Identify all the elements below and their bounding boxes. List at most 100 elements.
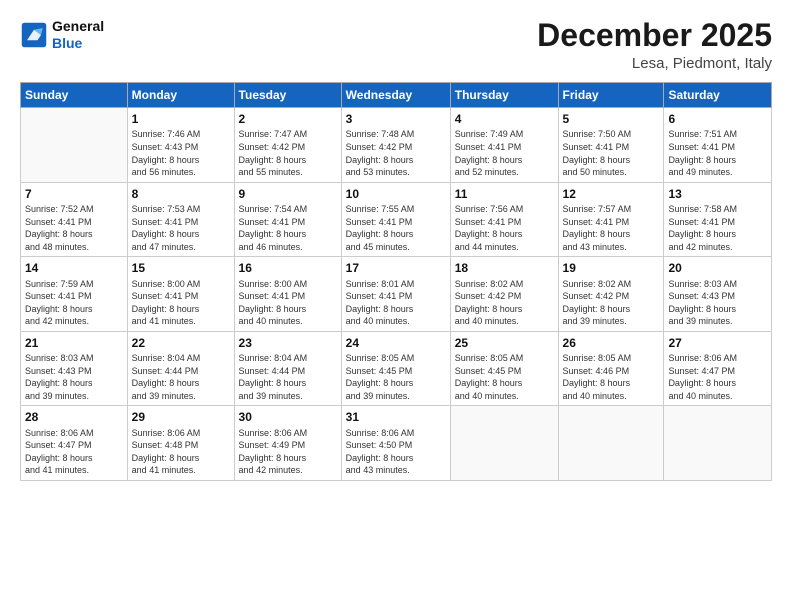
calendar-cell: 13Sunrise: 7:58 AMSunset: 4:41 PMDayligh… bbox=[664, 182, 772, 257]
day-info: Sunrise: 8:05 AMSunset: 4:45 PMDaylight:… bbox=[455, 352, 554, 402]
day-number: 3 bbox=[346, 111, 446, 127]
day-info: Sunrise: 7:52 AMSunset: 4:41 PMDaylight:… bbox=[25, 203, 123, 253]
day-number: 25 bbox=[455, 335, 554, 351]
day-info: Sunrise: 7:49 AMSunset: 4:41 PMDaylight:… bbox=[455, 128, 554, 178]
logo-text: General Blue bbox=[52, 18, 104, 52]
calendar-cell: 8Sunrise: 7:53 AMSunset: 4:41 PMDaylight… bbox=[127, 182, 234, 257]
day-info: Sunrise: 8:06 AMSunset: 4:48 PMDaylight:… bbox=[132, 427, 230, 477]
col-tuesday: Tuesday bbox=[234, 83, 341, 108]
calendar-cell: 22Sunrise: 8:04 AMSunset: 4:44 PMDayligh… bbox=[127, 331, 234, 406]
day-info: Sunrise: 8:00 AMSunset: 4:41 PMDaylight:… bbox=[239, 278, 337, 328]
day-number: 14 bbox=[25, 260, 123, 276]
day-number: 5 bbox=[563, 111, 660, 127]
calendar-cell: 3Sunrise: 7:48 AMSunset: 4:42 PMDaylight… bbox=[341, 108, 450, 183]
calendar-cell: 18 Sunrise: 8:02 AMSunset: 4:42 PMDayligh… bbox=[450, 257, 558, 332]
day-info: Sunrise: 8:03 AMSunset: 4:43 PMDaylight:… bbox=[668, 278, 767, 328]
day-info: Sunrise: 7:59 AMSunset: 4:41 PMDaylight:… bbox=[25, 278, 123, 328]
col-wednesday: Wednesday bbox=[341, 83, 450, 108]
calendar-cell: 20 Sunrise: 8:03 AMSunset: 4:43 PMDayligh… bbox=[664, 257, 772, 332]
logo: General Blue bbox=[20, 18, 104, 52]
day-number: 21 bbox=[25, 335, 123, 351]
day-number: 18 bbox=[455, 260, 554, 276]
calendar-cell: 15 Sunrise: 8:00 AMSunset: 4:41 PMDayligh… bbox=[127, 257, 234, 332]
logo-icon bbox=[20, 21, 48, 49]
day-number: 27 bbox=[668, 335, 767, 351]
month-title: December 2025 bbox=[537, 18, 772, 53]
col-monday: Monday bbox=[127, 83, 234, 108]
day-number: 24 bbox=[346, 335, 446, 351]
calendar-cell: 27Sunrise: 8:06 AMSunset: 4:47 PMDayligh… bbox=[664, 331, 772, 406]
header: General Blue December 2025 Lesa, Piedmon… bbox=[20, 18, 772, 72]
day-info: Sunrise: 8:04 AMSunset: 4:44 PMDaylight:… bbox=[132, 352, 230, 402]
day-info: Sunrise: 7:48 AMSunset: 4:42 PMDaylight:… bbox=[346, 128, 446, 178]
calendar-cell: 9Sunrise: 7:54 AMSunset: 4:41 PMDaylight… bbox=[234, 182, 341, 257]
calendar-cell: 19Sunrise: 8:02 AMSunset: 4:42 PMDayligh… bbox=[558, 257, 664, 332]
calendar-week-row: 28 Sunrise: 8:06 AMSunset: 4:47 PMDayligh… bbox=[21, 406, 772, 481]
day-number: 28 bbox=[25, 409, 123, 425]
col-thursday: Thursday bbox=[450, 83, 558, 108]
day-number: 7 bbox=[25, 186, 123, 202]
calendar-cell: 29 Sunrise: 8:06 AMSunset: 4:48 PMDayligh… bbox=[127, 406, 234, 481]
day-info: Sunrise: 7:50 AMSunset: 4:41 PMDaylight:… bbox=[563, 128, 660, 178]
day-number: 11 bbox=[455, 186, 554, 202]
calendar-cell bbox=[664, 406, 772, 481]
day-info: Sunrise: 8:00 AMSunset: 4:41 PMDaylight:… bbox=[132, 278, 230, 328]
calendar-cell: 14 Sunrise: 7:59 AMSunset: 4:41 PMDayligh… bbox=[21, 257, 128, 332]
day-number: 29 bbox=[132, 409, 230, 425]
calendar-cell: 16Sunrise: 8:00 AMSunset: 4:41 PMDayligh… bbox=[234, 257, 341, 332]
day-number: 1 bbox=[132, 111, 230, 127]
day-info: Sunrise: 8:06 AMSunset: 4:49 PMDaylight:… bbox=[239, 427, 337, 477]
calendar-cell: 4Sunrise: 7:49 AMSunset: 4:41 PMDaylight… bbox=[450, 108, 558, 183]
calendar-cell: 21Sunrise: 8:03 AMSunset: 4:43 PMDayligh… bbox=[21, 331, 128, 406]
day-info: Sunrise: 8:05 AMSunset: 4:45 PMDaylight:… bbox=[346, 352, 446, 402]
day-info: Sunrise: 7:54 AMSunset: 4:41 PMDaylight:… bbox=[239, 203, 337, 253]
calendar-header-row: Sunday Monday Tuesday Wednesday Thursday… bbox=[21, 83, 772, 108]
day-info: Sunrise: 8:06 AMSunset: 4:50 PMDaylight:… bbox=[346, 427, 446, 477]
calendar-week-row: 1Sunrise: 7:46 AMSunset: 4:43 PMDaylight… bbox=[21, 108, 772, 183]
calendar-cell bbox=[450, 406, 558, 481]
col-saturday: Saturday bbox=[664, 83, 772, 108]
calendar-cell: 31 Sunrise: 8:06 AMSunset: 4:50 PMDayligh… bbox=[341, 406, 450, 481]
day-info: Sunrise: 8:04 AMSunset: 4:44 PMDaylight:… bbox=[239, 352, 337, 402]
day-info: Sunrise: 7:46 AMSunset: 4:43 PMDaylight:… bbox=[132, 128, 230, 178]
calendar-cell: 26Sunrise: 8:05 AMSunset: 4:46 PMDayligh… bbox=[558, 331, 664, 406]
day-info: Sunrise: 7:53 AMSunset: 4:41 PMDaylight:… bbox=[132, 203, 230, 253]
calendar-cell: 7Sunrise: 7:52 AMSunset: 4:41 PMDaylight… bbox=[21, 182, 128, 257]
day-number: 30 bbox=[239, 409, 337, 425]
day-number: 31 bbox=[346, 409, 446, 425]
day-number: 4 bbox=[455, 111, 554, 127]
col-friday: Friday bbox=[558, 83, 664, 108]
day-info: Sunrise: 7:58 AMSunset: 4:41 PMDaylight:… bbox=[668, 203, 767, 253]
calendar-cell: 12Sunrise: 7:57 AMSunset: 4:41 PMDayligh… bbox=[558, 182, 664, 257]
calendar-cell: 17Sunrise: 8:01 AMSunset: 4:41 PMDayligh… bbox=[341, 257, 450, 332]
day-number: 20 bbox=[668, 260, 767, 276]
day-number: 6 bbox=[668, 111, 767, 127]
calendar-cell bbox=[558, 406, 664, 481]
calendar-cell: 30 Sunrise: 8:06 AMSunset: 4:49 PMDayligh… bbox=[234, 406, 341, 481]
calendar-cell: 6Sunrise: 7:51 AMSunset: 4:41 PMDaylight… bbox=[664, 108, 772, 183]
calendar-table: Sunday Monday Tuesday Wednesday Thursday… bbox=[20, 82, 772, 481]
day-number: 22 bbox=[132, 335, 230, 351]
day-number: 10 bbox=[346, 186, 446, 202]
calendar-week-row: 7Sunrise: 7:52 AMSunset: 4:41 PMDaylight… bbox=[21, 182, 772, 257]
calendar-cell: 5Sunrise: 7:50 AMSunset: 4:41 PMDaylight… bbox=[558, 108, 664, 183]
calendar-cell: 28 Sunrise: 8:06 AMSunset: 4:47 PMDayligh… bbox=[21, 406, 128, 481]
day-info: Sunrise: 7:56 AMSunset: 4:41 PMDaylight:… bbox=[455, 203, 554, 253]
calendar-week-row: 21Sunrise: 8:03 AMSunset: 4:43 PMDayligh… bbox=[21, 331, 772, 406]
day-number: 15 bbox=[132, 260, 230, 276]
calendar-cell: 1Sunrise: 7:46 AMSunset: 4:43 PMDaylight… bbox=[127, 108, 234, 183]
day-info: Sunrise: 8:01 AMSunset: 4:41 PMDaylight:… bbox=[346, 278, 446, 328]
day-number: 9 bbox=[239, 186, 337, 202]
day-number: 26 bbox=[563, 335, 660, 351]
day-info: Sunrise: 8:02 AMSunset: 4:42 PMDaylight:… bbox=[455, 278, 554, 328]
day-number: 2 bbox=[239, 111, 337, 127]
calendar-cell bbox=[21, 108, 128, 183]
day-info: Sunrise: 7:57 AMSunset: 4:41 PMDaylight:… bbox=[563, 203, 660, 253]
calendar-cell: 23Sunrise: 8:04 AMSunset: 4:44 PMDayligh… bbox=[234, 331, 341, 406]
day-info: Sunrise: 8:03 AMSunset: 4:43 PMDaylight:… bbox=[25, 352, 123, 402]
calendar-cell: 24Sunrise: 8:05 AMSunset: 4:45 PMDayligh… bbox=[341, 331, 450, 406]
calendar-cell: 10Sunrise: 7:55 AMSunset: 4:41 PMDayligh… bbox=[341, 182, 450, 257]
day-info: Sunrise: 8:02 AMSunset: 4:42 PMDaylight:… bbox=[563, 278, 660, 328]
day-info: Sunrise: 8:05 AMSunset: 4:46 PMDaylight:… bbox=[563, 352, 660, 402]
day-info: Sunrise: 8:06 AMSunset: 4:47 PMDaylight:… bbox=[25, 427, 123, 477]
